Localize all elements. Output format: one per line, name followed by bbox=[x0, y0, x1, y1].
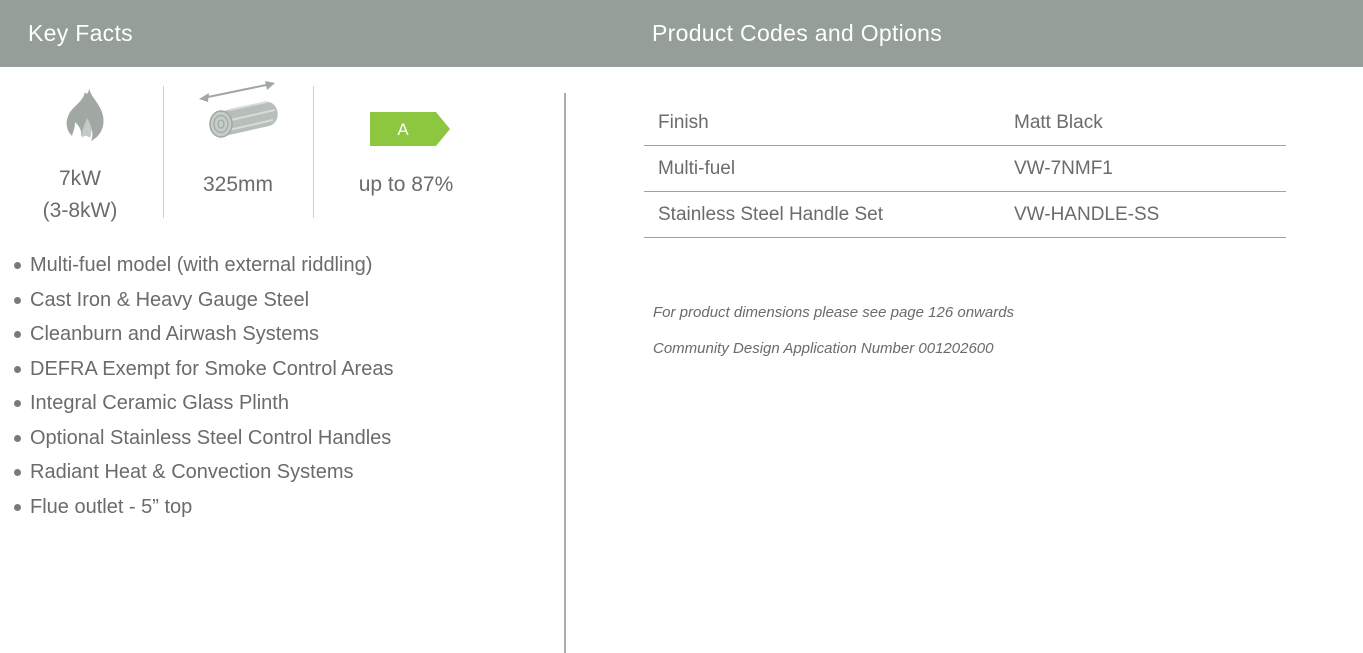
feature-item: DEFRA Exempt for Smoke Control Areas bbox=[12, 352, 393, 387]
design-application-note: Community Design Application Number 0012… bbox=[653, 340, 994, 357]
column-divider bbox=[564, 93, 566, 653]
efficiency-value: up to 87% bbox=[358, 173, 454, 196]
feature-item: Multi-fuel model (with external riddling… bbox=[12, 248, 393, 283]
feature-item: Integral Ceramic Glass Plinth bbox=[12, 386, 393, 421]
flame-icon bbox=[66, 88, 104, 141]
energy-rating-icon: A bbox=[370, 112, 450, 146]
bullet-icon bbox=[14, 503, 21, 511]
option-label: Multi-fuel bbox=[644, 145, 1000, 192]
table-row: Stainless Steel Handle Set VW-HANDLE-SS bbox=[644, 191, 1286, 238]
option-label: Stainless Steel Handle Set bbox=[644, 191, 1000, 238]
heat-output-value: 7kW bbox=[59, 167, 101, 190]
bullet-icon bbox=[14, 331, 21, 338]
feature-item: Flue outlet - 5” top bbox=[12, 490, 393, 525]
fact-divider bbox=[313, 86, 314, 218]
key-facts-title: Key Facts bbox=[28, 20, 133, 46]
option-code: VW-HANDLE-SS bbox=[1000, 191, 1286, 238]
feature-item: Cast Iron & Heavy Gauge Steel bbox=[12, 283, 393, 318]
features-list: Multi-fuel model (with external riddling… bbox=[12, 248, 393, 524]
log-length-fact: 325mm bbox=[163, 80, 313, 230]
header-bar: Key Facts Product Codes and Options bbox=[0, 0, 1363, 67]
table-row: Multi-fuel VW-7NMF1 bbox=[644, 145, 1286, 192]
heat-output-fact: 7kW (3-8kW) bbox=[5, 80, 155, 230]
log-length-value: 325mm bbox=[202, 173, 274, 196]
log-icon bbox=[199, 81, 278, 138]
option-label: Finish bbox=[644, 100, 1000, 146]
bullet-icon bbox=[14, 262, 21, 269]
bullet-icon bbox=[14, 469, 21, 476]
energy-rating-letter: A bbox=[397, 120, 409, 139]
efficiency-fact: A up to 87% bbox=[331, 80, 481, 230]
bullet-icon bbox=[14, 434, 21, 442]
option-code: VW-7NMF1 bbox=[1000, 145, 1286, 192]
bullet-icon bbox=[14, 400, 21, 407]
feature-item: Radiant Heat & Convection Systems bbox=[12, 455, 393, 490]
option-code: Matt Black bbox=[1000, 100, 1286, 146]
feature-item: Optional Stainless Steel Control Handles bbox=[12, 421, 393, 456]
product-codes-title: Product Codes and Options bbox=[652, 20, 943, 46]
bullet-icon bbox=[14, 365, 21, 373]
product-codes-table: Finish Matt Black Multi-fuel VW-7NMF1 St… bbox=[644, 100, 1286, 238]
table-row: Finish Matt Black bbox=[644, 100, 1286, 146]
bullet-icon bbox=[14, 296, 21, 304]
dimensions-note: For product dimensions please see page 1… bbox=[653, 304, 1015, 321]
feature-item: Cleanburn and Airwash Systems bbox=[12, 317, 393, 352]
heat-output-range: (3-8kW) bbox=[42, 199, 118, 222]
